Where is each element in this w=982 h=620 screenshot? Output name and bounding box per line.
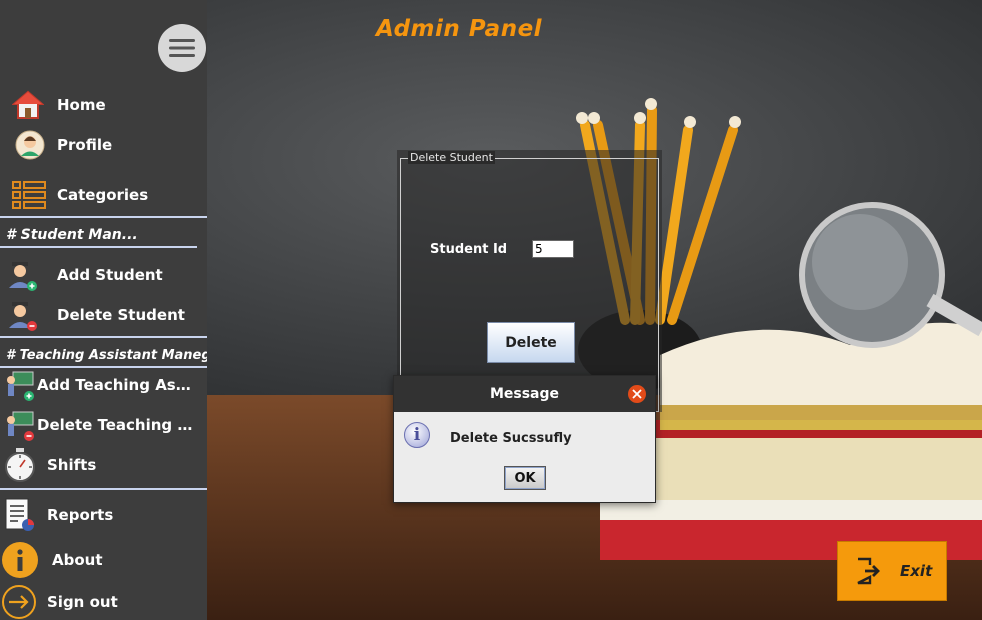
student-id-input[interactable]	[532, 240, 574, 258]
sidebar-item-about[interactable]: About	[0, 540, 207, 580]
dialog-title: Message	[489, 386, 560, 402]
sidebar-item-label: Home	[57, 96, 106, 114]
sidebar-item-sign-out[interactable]: Sign out	[0, 584, 207, 620]
section-heading-student: # Student Man...	[6, 227, 138, 243]
add-ta-icon	[0, 368, 40, 402]
sidebar-item-label: Categories	[57, 186, 149, 204]
report-icon	[0, 498, 40, 532]
hamburger-icon	[169, 39, 195, 57]
exit-icon	[857, 557, 880, 585]
sidebar-item-label: Add Teaching Ass...	[37, 376, 197, 394]
sign-out-icon	[0, 585, 40, 619]
student-id-label: Student Id	[430, 242, 508, 257]
page-title: Admin Panel	[376, 16, 543, 42]
delete-ta-icon	[0, 408, 40, 442]
profile-icon	[10, 128, 50, 162]
sidebar-item-add-student[interactable]: Add Student	[0, 257, 207, 293]
separator	[0, 216, 207, 218]
ok-button[interactable]: OK	[504, 466, 546, 490]
close-button[interactable]	[628, 385, 646, 403]
sidebar-item-label: Delete Teaching A...	[37, 416, 197, 434]
dialog-message: Delete Sucssufly	[450, 431, 572, 446]
sidebar-item-categories[interactable]: Categories	[0, 177, 207, 213]
separator	[0, 488, 207, 490]
sidebar-item-label: Delete Student	[57, 306, 185, 324]
stopwatch-icon	[0, 448, 40, 482]
delete-student-group: Delete Student Student Id Delete	[400, 151, 659, 412]
exit-label: Exit	[900, 562, 933, 580]
group-legend: Delete Student	[408, 151, 495, 164]
home-icon	[8, 88, 48, 122]
add-student-icon	[2, 258, 42, 292]
info-icon: i	[404, 422, 430, 448]
delete-button[interactable]: Delete	[487, 322, 575, 363]
separator	[0, 246, 197, 248]
sidebar-item-label: Add Student	[57, 266, 163, 284]
sidebar-item-label: Shifts	[47, 456, 97, 474]
sidebar-item-profile[interactable]: Profile	[0, 127, 207, 163]
section-heading-teaching-assistant: # Teaching Assistant Manegment	[6, 348, 207, 363]
close-icon	[632, 389, 642, 399]
separator	[0, 336, 207, 338]
sidebar-item-add-teaching-assistant[interactable]: Add Teaching Ass...	[0, 367, 207, 403]
exit-button[interactable]: Exit	[837, 541, 947, 601]
delete-student-icon	[2, 298, 42, 332]
sidebar-item-delete-student[interactable]: Delete Student	[0, 297, 207, 333]
info-icon	[0, 540, 40, 580]
hamburger-menu-button[interactable]	[158, 24, 206, 72]
sidebar-item-label: Profile	[57, 136, 113, 154]
sidebar-item-delete-teaching-assistant[interactable]: Delete Teaching A...	[0, 407, 207, 443]
sidebar-item-label: Reports	[47, 506, 114, 524]
sidebar-item-reports[interactable]: Reports	[0, 497, 207, 533]
message-dialog: Message i Delete Sucssufly OK	[393, 375, 656, 503]
categories-icon	[9, 178, 49, 212]
dialog-titlebar: Message	[394, 376, 655, 412]
sidebar-item-label: Sign out	[47, 593, 118, 611]
sidebar-item-shifts[interactable]: Shifts	[0, 447, 207, 483]
sidebar-item-home[interactable]: Home	[0, 87, 207, 123]
delete-student-panel: Delete Student Student Id Delete	[397, 150, 662, 412]
sidebar-item-label: About	[52, 551, 103, 569]
sidebar: Home Profile Categories # Student Man...…	[0, 0, 207, 620]
